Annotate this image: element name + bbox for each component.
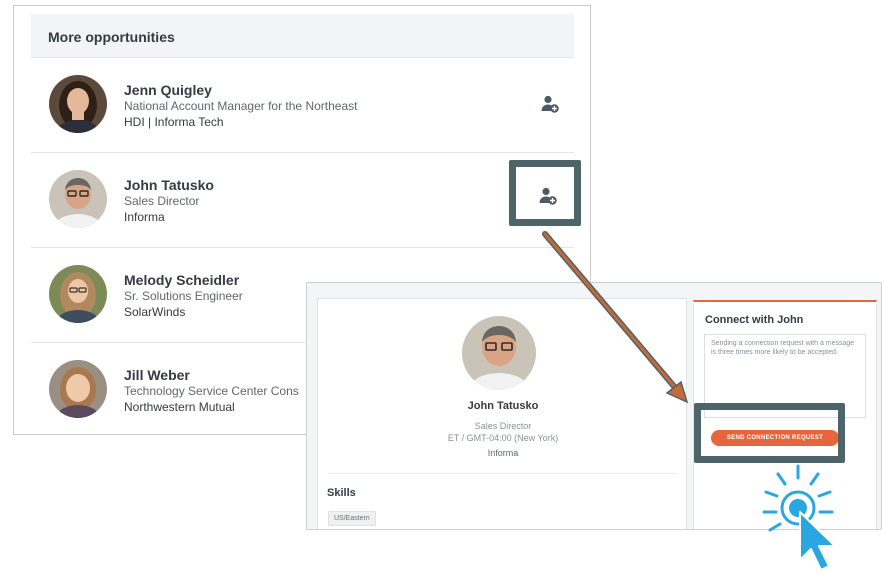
divider — [328, 473, 678, 474]
person-company: Informa — [124, 210, 165, 224]
avatar — [49, 170, 107, 228]
person-title: National Account Manager for the Northea… — [124, 99, 358, 113]
person-row: Jenn Quigley National Account Manager fo… — [31, 58, 574, 153]
highlight-send-button — [694, 403, 845, 463]
highlight-add-connection — [509, 160, 581, 226]
person-company: Northwestern Mutual — [124, 400, 235, 414]
person-company: SolarWinds — [124, 305, 186, 319]
avatar — [49, 265, 107, 323]
connect-title: Connect with John — [705, 314, 804, 326]
opportunities-heading: More opportunities — [31, 14, 574, 58]
avatar — [49, 360, 107, 418]
person-name[interactable]: John Tatusko — [124, 177, 214, 193]
person-row: John Tatusko Sales Director Informa — [31, 153, 574, 248]
avatar — [49, 75, 107, 133]
profile-avatar — [462, 316, 536, 390]
person-title: Sr. Solutions Engineer — [124, 289, 243, 303]
cursor-click-icon — [758, 460, 854, 572]
profile-card: John Tatusko Sales Director ET / GMT-04:… — [317, 298, 687, 529]
person-title: Technology Service Center Cons — [124, 384, 299, 398]
profile-title: Sales Director — [474, 421, 532, 431]
person-name[interactable]: Jill Weber — [124, 367, 190, 383]
person-title: Sales Director — [124, 194, 200, 208]
person-name[interactable]: Melody Scheidler — [124, 272, 239, 288]
skill-tag: US/Eastern — [328, 511, 376, 526]
person-company: HDI | Informa Tech — [124, 115, 224, 129]
person-name[interactable]: Jenn Quigley — [124, 82, 212, 98]
profile-timezone: ET / GMT-04:00 (New York) — [447, 433, 559, 443]
add-person-icon[interactable] — [540, 94, 560, 114]
add-person-icon[interactable] — [538, 186, 558, 206]
profile-company: Informa — [487, 448, 519, 458]
skills-heading: Skills — [327, 487, 356, 499]
profile-name: John Tatusko — [467, 400, 539, 412]
